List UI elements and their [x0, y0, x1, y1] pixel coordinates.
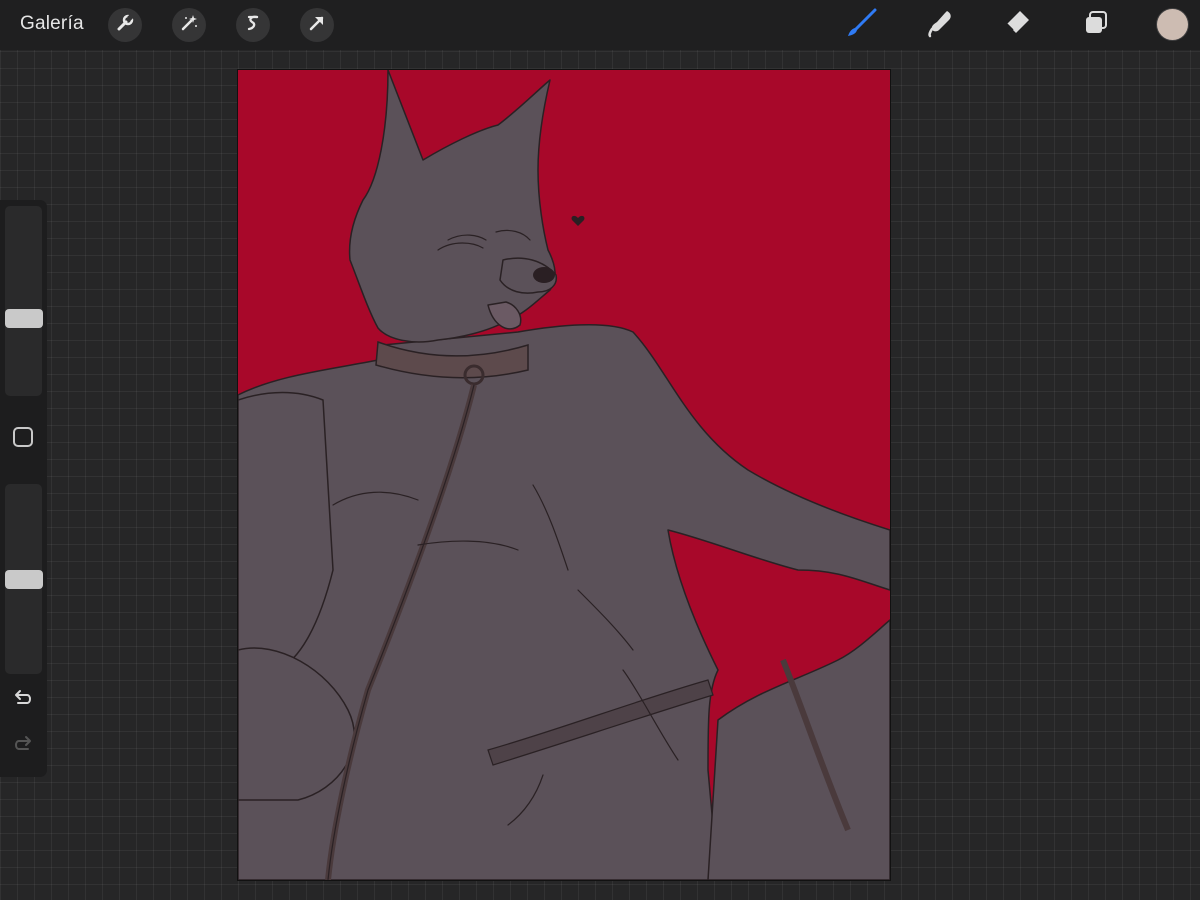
smudge-icon — [925, 8, 955, 43]
selection-button[interactable] — [236, 8, 270, 42]
smudge-tool-button[interactable] — [922, 8, 958, 42]
selection-icon — [243, 13, 263, 38]
opacity-slider-thumb[interactable] — [5, 569, 43, 589]
layers-button[interactable] — [1078, 8, 1114, 42]
paint-tool-button[interactable] — [844, 8, 880, 42]
top-toolbar: Galería — [0, 0, 1200, 50]
actions-button[interactable] — [108, 8, 142, 42]
redo-icon — [12, 735, 34, 758]
drawing-canvas[interactable] — [238, 70, 890, 880]
magic-wand-icon — [179, 13, 199, 38]
artwork — [238, 70, 890, 880]
adjustments-button[interactable] — [172, 8, 206, 42]
erase-tool-button[interactable] — [1000, 8, 1036, 42]
transform-button[interactable] — [300, 8, 334, 42]
layers-icon — [1081, 8, 1111, 43]
brush-size-slider[interactable] — [5, 206, 42, 396]
gallery-button[interactable]: Galería — [20, 13, 84, 35]
brush-icon — [845, 8, 879, 43]
redo-button[interactable] — [11, 735, 35, 758]
transform-arrow-icon — [307, 13, 327, 38]
eraser-icon — [1003, 8, 1033, 43]
undo-button[interactable] — [11, 689, 35, 712]
wrench-icon — [115, 13, 135, 38]
color-picker-button[interactable] — [1157, 9, 1188, 40]
left-sidebar — [0, 200, 47, 777]
brush-size-slider-thumb[interactable] — [5, 308, 43, 328]
undo-icon — [12, 689, 34, 712]
modify-square-button[interactable] — [13, 427, 33, 447]
